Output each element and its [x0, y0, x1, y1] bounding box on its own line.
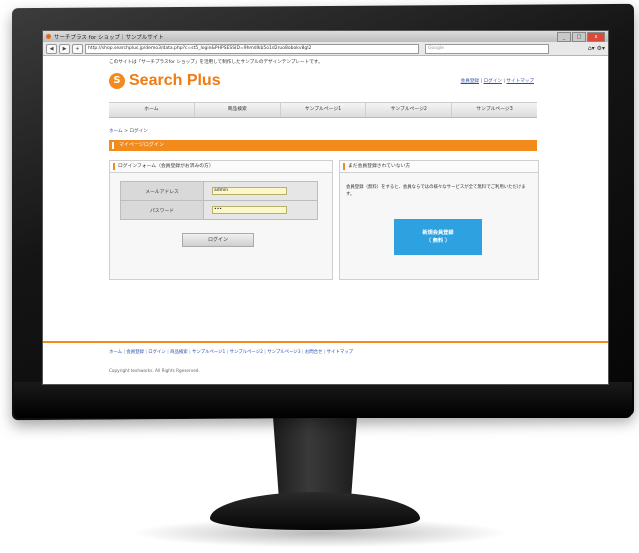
browser-menu-icons[interactable]: ⌂▾ ⚙▾: [588, 45, 605, 52]
site-notice: このサイトは「サーチプラスfor ショップ」を活用して制作したサンプルのデザイン…: [109, 60, 323, 65]
global-nav: ホーム 商品検索 サンプルページ1 サンプルページ2 サンプルページ3: [109, 102, 537, 118]
footer-link[interactable]: ホーム: [109, 350, 122, 355]
address-bar[interactable]: http://shop.searchplus.jp/demo3/data.php…: [85, 43, 419, 54]
gnav-item-sample3[interactable]: サンプルページ3: [452, 103, 537, 117]
password-field[interactable]: •••: [212, 206, 287, 214]
footer-link[interactable]: サイトマップ: [327, 350, 353, 355]
footer-link[interactable]: お問合せ: [305, 350, 323, 355]
web-page: このサイトは「サーチプラスfor ショップ」を活用して制作したサンプルのデザイン…: [43, 56, 608, 384]
register-button-sublabel: （ 無料 ）: [425, 238, 451, 244]
page-title: マイページログイン: [109, 140, 537, 151]
gnav-item-sample1[interactable]: サンプルページ1: [281, 103, 367, 117]
footer-link[interactable]: ログイン: [148, 350, 166, 355]
register-button[interactable]: 新規会員登録 （ 無料 ）: [394, 219, 482, 255]
footer-link[interactable]: サンプルページ2: [230, 350, 263, 355]
footer-link[interactable]: サンプルページ1: [192, 350, 225, 355]
footer-divider: [43, 341, 608, 343]
footer-link[interactable]: 会員登録: [126, 350, 144, 355]
footer-link[interactable]: サンプルページ3: [267, 350, 300, 355]
login-link[interactable]: ログイン: [484, 79, 502, 84]
footer-link[interactable]: 商品検索: [170, 350, 188, 355]
close-button[interactable]: x: [587, 32, 605, 42]
gnav-item-sample2[interactable]: サンプルページ2: [366, 103, 453, 117]
register-button-label: 新規会員登録: [422, 230, 454, 236]
forward-button[interactable]: ▶: [59, 43, 70, 54]
gnav-item-home[interactable]: ホーム: [109, 103, 195, 117]
minimize-button[interactable]: _: [557, 32, 571, 42]
add-tab-button[interactable]: +: [72, 43, 83, 54]
header-links: 会員登録 | ログイン | サイトマップ: [461, 78, 534, 84]
register-description: 会員登録（無料）をすると、会員ならではの様々なサービスが全て無料でご利用いただけ…: [346, 185, 526, 197]
breadcrumb-current: ログイン: [129, 129, 148, 134]
logo-icon: S: [109, 73, 125, 89]
login-panel-heading: ログインフォーム（会員登録がお済みの方）: [110, 161, 332, 173]
maximize-button[interactable]: □: [572, 32, 586, 42]
sitemap-link[interactable]: サイトマップ: [506, 79, 534, 84]
separator: |: [503, 79, 505, 84]
copyright: Copyright texhworks. All Rights Rgeserve…: [109, 368, 200, 373]
email-label: メールアドレス: [120, 181, 204, 201]
gnav-item-search[interactable]: 商品検索: [195, 103, 281, 117]
logo-text: Search Plus: [129, 72, 221, 89]
monitor-stand-base: [210, 492, 420, 530]
register-panel: まだ会員登録されていない方 会員登録（無料）をすると、会員ならではの様々なサービ…: [339, 160, 539, 280]
login-button[interactable]: ログイン: [182, 233, 254, 247]
password-label: パスワード: [120, 200, 204, 220]
back-button[interactable]: ◀: [46, 43, 57, 54]
register-link[interactable]: 会員登録: [461, 79, 479, 84]
separator: |: [480, 79, 483, 84]
browser-search-input[interactable]: Google: [425, 43, 549, 54]
browser-app-icon: [46, 34, 51, 39]
window-controls: _ □ x: [557, 32, 605, 42]
breadcrumb: ホーム > ログイン: [109, 128, 148, 134]
site-logo[interactable]: S Search Plus: [109, 72, 221, 90]
email-field[interactable]: admin: [212, 187, 287, 195]
monitor-bezel-bottom: [14, 382, 632, 418]
register-panel-heading: まだ会員登録されていない方: [340, 161, 538, 173]
browser-titlebar: サーチプラス for ショップ｜サンプルサイト _ □ x: [43, 31, 608, 42]
login-panel: ログインフォーム（会員登録がお済みの方） メールアドレス admin パスワード…: [109, 160, 333, 280]
footer-links: ホーム | 会員登録 | ログイン | 商品検索 | サンプルページ1 | サン…: [109, 350, 354, 355]
window-title: サーチプラス for ショップ｜サンプルサイト: [54, 34, 164, 41]
monitor-screen: サーチプラス for ショップ｜サンプルサイト _ □ x ◀ ▶ + http…: [42, 30, 609, 385]
browser-navbar: ◀ ▶ + http://shop.searchplus.jp/demo3/da…: [43, 42, 608, 56]
login-form-table: メールアドレス admin パスワード •••: [120, 181, 318, 220]
breadcrumb-home[interactable]: ホーム: [109, 129, 123, 134]
breadcrumb-sep: >: [124, 129, 128, 134]
